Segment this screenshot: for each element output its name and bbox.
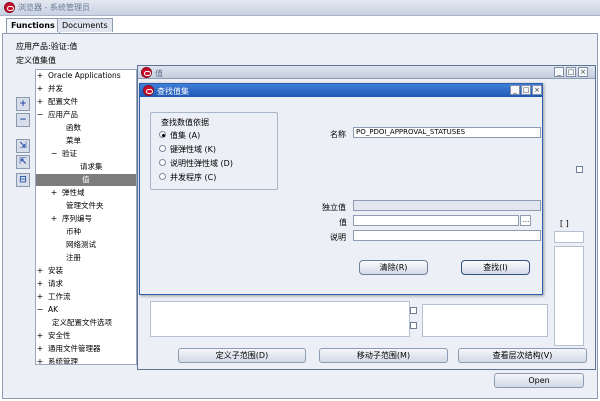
window-title-bar: 浏览器 - 系统管理员: [0, 0, 600, 16]
tree-item[interactable]: 函数: [36, 122, 136, 134]
independent-value-field: [353, 200, 541, 211]
value-field[interactable]: [353, 215, 519, 226]
window-title: 浏览器 - 系统管理员: [18, 3, 90, 12]
find-button[interactable]: 查找(I): [461, 260, 530, 275]
tree-item[interactable]: 注册: [36, 252, 136, 264]
radio-value-set[interactable]: [159, 131, 166, 138]
dialog-title-bar: 查找值集 _ □ ×: [140, 84, 542, 97]
independent-value-label: 独立值: [322, 203, 346, 212]
name-label: 名称: [330, 130, 346, 139]
close-icon[interactable]: ×: [578, 67, 588, 77]
section-label: 定义值集值: [16, 56, 56, 65]
move-subrange-button[interactable]: 移动子范围(M): [319, 348, 448, 363]
grid-cell[interactable]: [554, 231, 584, 243]
tree-item[interactable]: − 应用产品: [36, 109, 136, 121]
values-window-title: 值: [155, 69, 163, 78]
tab-functions[interactable]: Functions: [6, 18, 60, 34]
tree-item[interactable]: + 请求: [36, 278, 136, 290]
values-grid: [150, 301, 410, 337]
tree-item-selected[interactable]: 值: [36, 174, 136, 186]
tree-item[interactable]: 请求集: [36, 161, 136, 173]
values-title-bar: 值 _ □ ×: [138, 66, 595, 79]
view-hierarchy-button[interactable]: 查看层次结构(V): [458, 348, 587, 363]
row-checkbox[interactable]: [410, 307, 417, 314]
expand-all-button[interactable]: ⇱: [16, 155, 30, 169]
collapse-button[interactable]: −: [16, 113, 30, 127]
oracle-logo-icon: [4, 2, 15, 13]
radio-concurrent-program[interactable]: [159, 173, 166, 180]
group-title: 查找数值依据: [160, 117, 210, 128]
radio-descriptive-flexfield[interactable]: [159, 159, 166, 166]
tab-strip: Functions Documents: [2, 18, 598, 34]
tree-item[interactable]: − AK: [36, 304, 136, 316]
tree-item[interactable]: + 工作流: [36, 291, 136, 303]
tree-item[interactable]: 定义配置文件选项: [36, 317, 136, 329]
context-label: 应用产品:验证:值: [16, 42, 78, 51]
radio-key-flexfield[interactable]: [159, 145, 166, 152]
oracle-logo-icon: [143, 85, 154, 96]
radio-label[interactable]: 并发程序 (C): [170, 172, 216, 183]
minimize-icon[interactable]: _: [554, 67, 564, 77]
tree-item[interactable]: + 配置文件: [36, 96, 136, 108]
enabled-checkbox[interactable]: [576, 166, 583, 173]
tab-documents[interactable]: Documents: [57, 18, 113, 32]
description-label: 说明: [330, 233, 346, 242]
tree-item[interactable]: + 安装: [36, 265, 136, 277]
radio-label[interactable]: 键弹性域 (K): [170, 144, 216, 155]
define-subrange-button[interactable]: 定义子范围(D): [178, 348, 306, 363]
maximize-icon[interactable]: □: [521, 85, 531, 95]
dialog-title: 查找值集: [157, 87, 189, 96]
value-label: 值: [339, 218, 347, 227]
collapse-all-button[interactable]: ⊟: [16, 173, 30, 187]
radio-label[interactable]: 说明性弹性域 (D): [170, 158, 233, 169]
lov-button[interactable]: ...: [520, 215, 531, 226]
tree-item[interactable]: − 验证: [36, 148, 136, 160]
expand-branch-button[interactable]: ⇲: [16, 139, 30, 153]
description-field[interactable]: [353, 230, 541, 241]
tree-item[interactable]: 币种: [36, 226, 136, 238]
close-icon[interactable]: ×: [532, 85, 542, 95]
radio-label[interactable]: 值集 (A): [170, 130, 200, 141]
tree-item[interactable]: 管理文件夹: [36, 200, 136, 212]
tree-item[interactable]: + 安全性: [36, 330, 136, 342]
tree-item[interactable]: 网络测试: [36, 239, 136, 251]
values-grid-right: [422, 304, 548, 337]
maximize-icon[interactable]: □: [566, 67, 576, 77]
tree-item[interactable]: + 并发: [36, 83, 136, 95]
minimize-icon[interactable]: _: [510, 85, 520, 95]
tree-item[interactable]: 菜单: [36, 135, 136, 147]
open-button[interactable]: Open: [494, 373, 584, 388]
tree-item[interactable]: + 系统管理: [36, 356, 136, 364]
row-checkbox[interactable]: [410, 322, 417, 329]
bracket-label: [ ]: [560, 219, 569, 228]
find-value-set-dialog: 查找值集 _ □ × 查找数值依据 值集 (A) 键弹性域 (K) 说明性弹性域…: [139, 83, 543, 295]
grid-column: [554, 246, 584, 346]
oracle-logo-icon: [141, 67, 152, 78]
name-field[interactable]: PO_PDOI_APPROVAL_STATUSES: [353, 127, 541, 138]
function-tree: + Oracle Applications + 并发 + 配置文件 − 应用产品 函数 …: [35, 69, 137, 365]
tree-item[interactable]: + Oracle Applications: [36, 70, 136, 82]
tree-item[interactable]: + 弹性域: [36, 187, 136, 199]
expand-button[interactable]: +: [16, 97, 30, 111]
tree-item[interactable]: + 通用文件管理器: [36, 343, 136, 355]
clear-button[interactable]: 清除(R): [359, 260, 428, 275]
tree-item[interactable]: + 序列编号: [36, 213, 136, 225]
